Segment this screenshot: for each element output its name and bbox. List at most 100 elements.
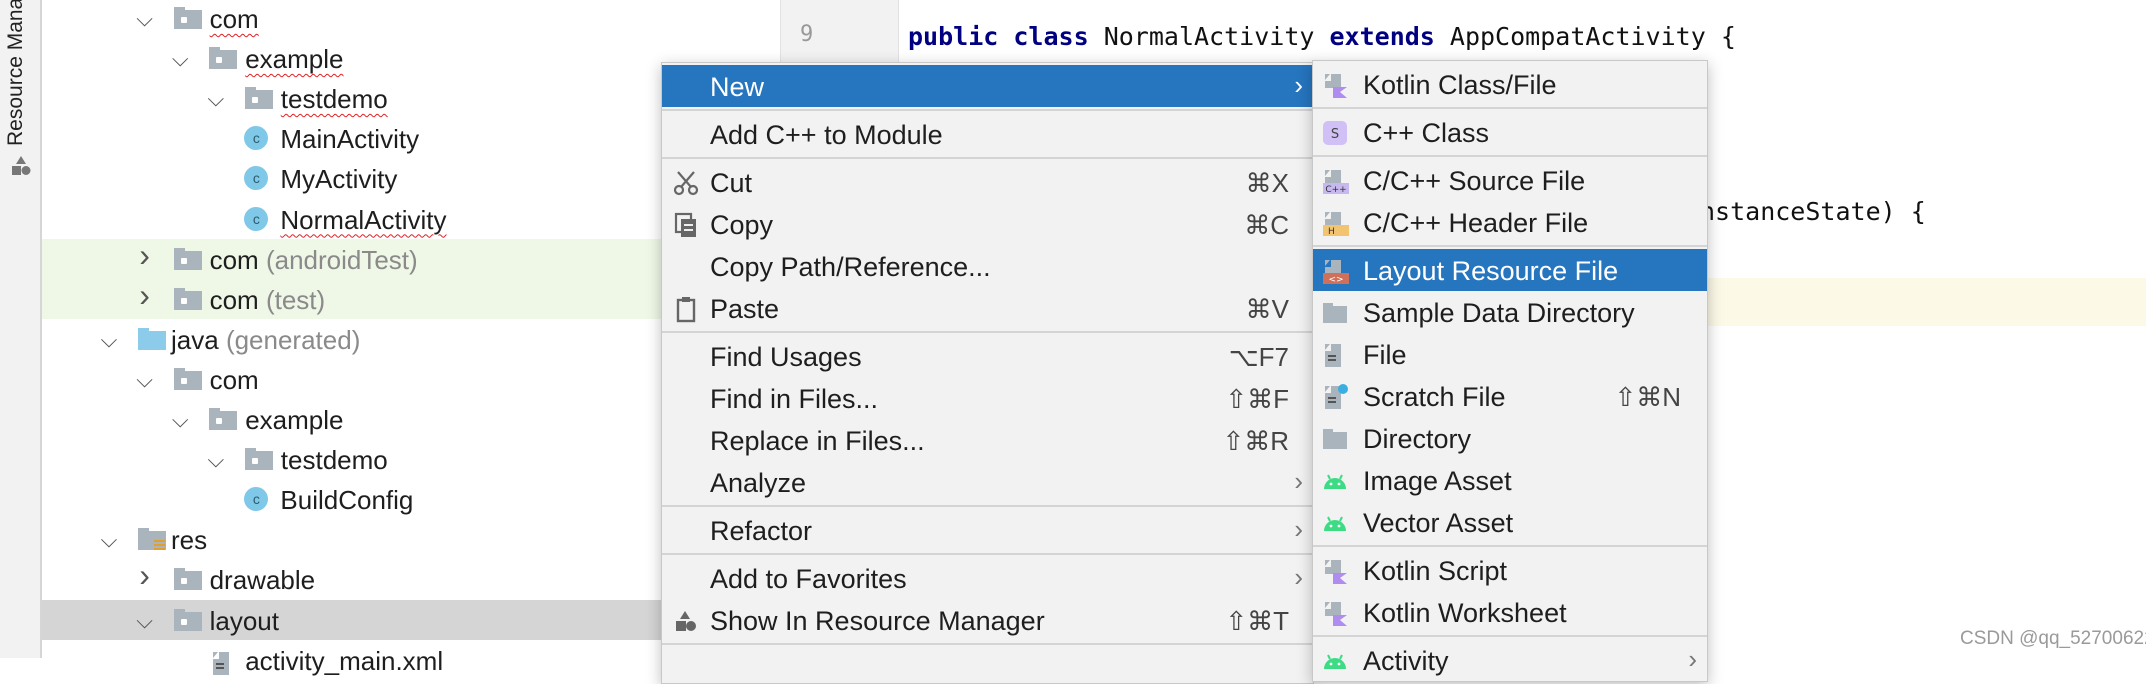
package-folder-icon	[173, 7, 202, 29]
menu-item-label: Image Asset	[1363, 466, 1512, 496]
menu-item-label: New	[710, 72, 765, 102]
android-icon	[1321, 467, 1349, 495]
chevron-right-icon: ›	[1294, 466, 1303, 496]
package-folder-icon	[244, 448, 273, 471]
code-text: AppCompatActivity {	[1449, 22, 1736, 51]
package-folder-icon	[209, 408, 238, 430]
tree-item-label: res	[171, 525, 207, 556]
menu-item-label: Find in Files...	[710, 384, 879, 414]
tree-item-label: activity_main.xml	[245, 646, 443, 677]
menu-item-refactor[interactable]: Refactor ›	[662, 509, 1313, 551]
menu-item-image-asset[interactable]: Image Asset	[1313, 459, 1707, 501]
menu-item-label: Sample Data Directory	[1363, 298, 1635, 328]
package-folder-icon	[173, 367, 202, 390]
menu-separator	[662, 157, 1313, 159]
chevron-down-icon[interactable]: ⌵	[98, 527, 120, 553]
shortcut-label: ⇧⌘N	[1614, 382, 1681, 412]
tree-item-label: com (androidTest)	[210, 245, 418, 276]
scratch-icon	[1321, 383, 1349, 411]
menu-item-label: File	[1363, 340, 1407, 370]
keyword: extends	[1329, 22, 1435, 51]
menu-item-add-to-favorites[interactable]: Add to Favorites ›	[662, 557, 1313, 599]
menu-item-vector-asset[interactable]: Vector Asset	[1313, 501, 1707, 543]
menu-separator	[662, 109, 1313, 111]
tree-item[interactable]: ⌵ com	[42, 0, 780, 38]
menu-separator	[1313, 155, 1707, 157]
chevron-right-icon: ›	[1294, 70, 1303, 100]
menu-item-label: Copy Path/Reference...	[710, 252, 991, 282]
menu-item-scratch-file[interactable]: Scratch File ⇧⌘N	[1313, 375, 1707, 417]
menu-separator	[662, 505, 1313, 507]
menu-item-copy[interactable]: Copy ⌘C	[662, 203, 1313, 245]
menu-item-layout-resource-file[interactable]: <> Layout Resource File	[1313, 249, 1707, 291]
shortcut-label: ⌘X	[1245, 168, 1289, 198]
class-name: NormalActivity	[1103, 22, 1315, 51]
menu-item-label: Kotlin Script	[1363, 556, 1508, 586]
menu-item-find-usages[interactable]: Find Usages ⌥F7	[662, 335, 1313, 377]
chevron-down-icon[interactable]: ⌵	[205, 86, 227, 112]
menu-item-label: Kotlin Class/File	[1363, 70, 1557, 100]
menu-item-activity[interactable]: Activity ›	[1313, 639, 1707, 681]
menu-item-paste[interactable]: Paste ⌘V	[662, 287, 1313, 329]
menu-item-kotlin-script[interactable]: Kotlin Script	[1313, 549, 1707, 591]
chevron-down-icon[interactable]: ⌵	[98, 327, 120, 353]
code-line-partial[interactable]: nstanceState) {	[1700, 197, 1926, 226]
menu-item-directory[interactable]: Directory	[1313, 417, 1707, 459]
menu-item-c-class[interactable]: S C++ Class	[1313, 111, 1707, 153]
menu-item-label: Copy	[710, 210, 774, 240]
menu-item-sample-data-directory[interactable]: Sample Data Directory	[1313, 291, 1707, 333]
chevron-down-icon[interactable]: ⌵	[169, 46, 191, 72]
resource-manager-icon[interactable]	[10, 155, 32, 177]
chevron-down-icon[interactable]: ⌵	[169, 407, 191, 433]
menu-separator	[1313, 107, 1707, 109]
menu-item-label: Directory	[1363, 424, 1472, 454]
keyword: public	[908, 22, 999, 51]
chevron-right-icon[interactable]: ›	[134, 237, 156, 274]
menu-item-c-c-header-file[interactable]: H C/C++ Header File	[1313, 201, 1707, 243]
class-icon: c	[244, 126, 269, 151]
label-text: com	[209, 364, 259, 395]
menu-item-label: Replace in Files...	[710, 426, 925, 456]
menu-item-cut[interactable]: Cut ⌘X	[662, 161, 1313, 203]
menu-item-replace-in-files[interactable]: Replace in Files... ⇧⌘R	[662, 419, 1313, 461]
code-line-9[interactable]: public class NormalActivity extends AppC…	[908, 22, 1736, 51]
cpp-class-icon: S	[1321, 119, 1349, 147]
label-text: testdemo	[280, 84, 388, 115]
label-text: activity_main.xml	[245, 645, 444, 676]
menu-item-c-c-source-file[interactable]: C++ C/C++ Source File	[1313, 159, 1707, 201]
kotlin-script-icon	[1321, 557, 1349, 585]
menu-item-label: Cut	[710, 168, 753, 198]
res-folder-icon	[138, 528, 166, 551]
chevron-right-icon[interactable]: ›	[134, 557, 156, 594]
chevron-down-icon[interactable]: ⌵	[134, 6, 156, 32]
menu-item-file[interactable]: File	[1313, 333, 1707, 375]
package-folder-icon	[173, 608, 202, 631]
file-icon	[1321, 341, 1349, 369]
menu-item-kotlin-worksheet[interactable]: Kotlin Worksheet	[1313, 591, 1707, 633]
menu-item-new[interactable]: New ›	[662, 65, 1313, 107]
menu-item-label: Add C++ to Module	[710, 120, 943, 150]
tree-item-label: MainActivity	[280, 124, 419, 155]
xml-file-icon	[209, 649, 237, 675]
svg-text:<>: <>	[1328, 275, 1343, 285]
tree-item-label: example	[245, 405, 343, 436]
chevron-right-icon[interactable]: ›	[134, 277, 156, 314]
menu-item-label: Analyze	[710, 468, 807, 498]
menu-item-find-in-files[interactable]: Find in Files... ⇧⌘F	[662, 377, 1313, 419]
menu-item-kotlin-class-file[interactable]: Kotlin Class/File	[1313, 63, 1707, 105]
resource-manager-tab[interactable]: Resource Manager	[4, 0, 28, 146]
menu-item-copy-path-reference[interactable]: Copy Path/Reference...	[662, 245, 1313, 287]
menu-item-add-c-to-module[interactable]: Add C++ to Module	[662, 113, 1313, 155]
menu-item-label: Vector Asset	[1363, 508, 1514, 538]
label-text: example	[245, 405, 344, 435]
menu-item-label: C/C++ Header File	[1363, 208, 1589, 238]
side-tool-strip: Resource Manager	[0, 0, 42, 658]
chevron-down-icon[interactable]: ⌵	[134, 367, 156, 393]
menu-item-analyze[interactable]: Analyze ›	[662, 461, 1313, 503]
menu-item-show-in-resource-manager[interactable]: Show In Resource Manager ⇧⌘T	[662, 599, 1313, 641]
label-text: com	[209, 4, 259, 34]
chevron-down-icon[interactable]: ⌵	[205, 447, 227, 473]
chevron-down-icon[interactable]: ⌵	[134, 608, 156, 634]
package-folder-icon	[173, 247, 202, 270]
kotlin-file-icon	[1321, 71, 1349, 99]
